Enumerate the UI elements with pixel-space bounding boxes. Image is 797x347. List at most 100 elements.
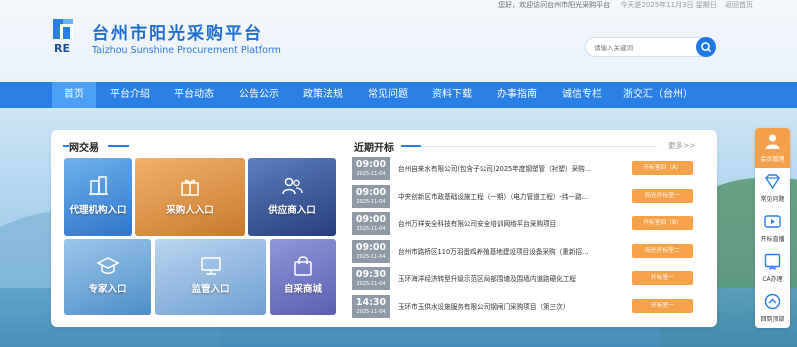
site-title: 台州市阳光采购平台 [92,24,263,44]
bid-time-badge: 14:30 2025-11-04 [352,295,390,318]
date-text: 今天是2025年11月3日 星期日 [620,1,717,9]
bid-room-button[interactable]: 开标室一 [632,299,693,313]
graduation-cap-icon [96,257,119,274]
nav-item-guide[interactable]: 办事指南 [487,82,547,108]
floating-sidebar: 会员管理 常见问题 开标直播 CA办理 回到顶部 [755,128,790,328]
bid-date: 2025-11-04 [356,171,386,177]
bid-time-badge: 09:00 2025-11-04 [352,185,390,208]
bid-room-button[interactable]: 开标室一 [632,271,693,285]
sidebar-label: 会员管理 [760,156,785,163]
bid-room-button[interactable]: 开标室四（B） [632,216,693,230]
bid-row[interactable]: 14:30 2025-11-04 玉环市玉供水设施服务有限公司钢闸门采购项目（第… [352,295,693,318]
bid-time-badge: 09:00 2025-11-04 [352,157,390,180]
bid-date: 2025-11-04 [356,199,386,205]
bid-time-badge: 09:00 2025-11-04 [352,240,390,263]
main-nav: 首页 平台介绍 平台动态 公告公示 政策法规 常见问题 资料下载 办事指南 诚信… [0,82,797,108]
supervision-entry-label: 监管入口 [191,284,230,295]
site-header: 您好，欢迎访问台州市阳光采购平台 今天是2025年11月3日 星期日 返回首页 … [0,0,797,82]
sidebar-item-live[interactable]: 开标直播 [755,208,790,248]
nav-item-downloads[interactable]: 资料下载 [422,82,482,108]
shopping-bag-icon [294,256,312,276]
building-icon [89,176,108,195]
sidebar-label: 回到顶部 [760,316,785,323]
user-icon [765,134,780,149]
sidebar-label: 常见问题 [760,196,785,203]
bid-time: 09:00 [355,187,387,198]
sidebar-label: CA办理 [762,276,783,283]
bid-time-badge: 09:00 2025-11-04 [352,212,390,235]
sidebar-item-ca[interactable]: CA办理 [755,248,790,288]
bid-row[interactable]: 09:00 2025-11-04 中央创新区市政基础设施工程（一期）（电力管道工… [352,185,693,208]
sidebar-item-faq[interactable]: 常见问题 [755,168,790,208]
bid-row[interactable]: 09:00 2025-11-04 台州市路桥区110万羽蛋鸡养殖基地建设项目设备… [352,240,693,263]
expert-entry-tile[interactable]: 专家入口 [64,239,151,315]
bid-title[interactable]: 台州自来水有限公司(包含子公司)2025年度钢塑管（衬塑）采购… [398,163,614,173]
nav-item-platform-intro[interactable]: 平台介绍 [100,82,160,108]
bid-time-badge: 09:30 2025-11-04 [352,267,390,290]
supplier-entry-tile[interactable]: 供应商入口 [248,158,336,236]
bid-title[interactable]: 台州万祥安全科技有限公司安全培训网络平台采购项目 [398,218,614,228]
section-title-line [401,145,421,147]
bid-title[interactable]: 玉环海洋经济转型升级示范区局部围塘及围墙内道路硬化工程 [398,273,614,283]
recent-bid-opening-title: 近期开标 [354,143,394,154]
sidebar-item-member[interactable]: 会员管理 [755,128,790,168]
platform-logo[interactable]: RE [52,18,80,56]
bid-title[interactable]: 玉环市玉供水设施服务有限公司钢闸门采购项目（第三次） [398,301,614,311]
top-info-bar: 您好，欢迎访问台州市阳光采购平台 今天是2025年11月3日 星期日 返回首页 [498,0,753,10]
bid-date: 2025-11-04 [356,254,386,260]
nav-item-faq[interactable]: 常见问题 [358,82,418,108]
bid-time: 09:30 [355,269,387,280]
bid-row[interactable]: 09:30 2025-11-04 玉环海洋经济转型升级示范区局部围塘及围墙内道路… [352,267,693,290]
ca-certificate-icon [764,253,781,270]
supervision-entry-tile[interactable]: 监管入口 [155,239,266,315]
bid-room-button[interactable]: 阳光开标室二 [632,244,693,258]
section-title-line [108,145,129,147]
bid-row[interactable]: 09:00 2025-11-04 台州万祥安全科技有限公司安全培训网络平台采购项… [352,212,693,235]
nav-item-announcements[interactable]: 公告公示 [229,82,289,108]
bid-date: 2025-11-04 [356,309,386,315]
section-divider [401,146,657,147]
bid-time: 09:00 [355,214,387,225]
bid-title[interactable]: 中央创新区市政基础设施工程（一期）（电力管道工程）-纬一路… [398,191,614,201]
sidebar-item-back-to-top[interactable]: 回到顶部 [755,288,790,328]
nav-item-home[interactable]: 首页 [52,82,96,108]
bid-date: 2025-11-04 [356,226,386,232]
logo-text: RE [54,42,70,55]
diamond-icon [765,174,780,190]
bid-title[interactable]: 台州市路桥区110万羽蛋鸡养殖基地建设项目设备采购（重新招… [398,246,614,256]
bid-time: 09:00 [355,159,387,170]
bid-row[interactable]: 09:00 2025-11-04 台州自来水有限公司(包含子公司)2025年度钢… [352,157,693,180]
site-subtitle: Taizhou Sunshine Procurement Platform [92,45,281,56]
agency-entry-tile[interactable]: 代理机构入口 [64,158,132,236]
mall-entry-tile[interactable]: 自采商城 [270,239,336,315]
search-input[interactable] [594,41,694,54]
bid-room-button[interactable]: 开标室四（A） [632,161,693,175]
nav-item-credit[interactable]: 诚信专栏 [552,82,612,108]
online-trading-title: 网交易 [69,143,99,154]
monitor-icon [200,257,221,275]
back-home-link[interactable]: 返回首页 [725,1,753,9]
users-icon [282,177,303,195]
mall-entry-label: 自采商城 [283,284,322,295]
main-content-card: 网交易 代理机构入口 采购人入口 供应商入口 专家入口 监管入口 自采商城 近期… [51,130,717,327]
welcome-text: 您好，欢迎访问台州市阳光采购平台 [498,1,611,9]
arrow-up-icon [764,293,781,310]
search-icon [701,42,712,53]
bid-time: 09:00 [355,242,387,253]
more-link[interactable]: 更多>> [668,140,696,151]
nav-item-policies[interactable]: 政策法规 [293,82,353,108]
purchaser-entry-label: 采购人入口 [166,205,214,216]
expert-entry-label: 专家入口 [88,284,127,295]
supplier-entry-label: 供应商入口 [268,205,316,216]
search-button[interactable] [696,37,716,57]
nav-item-platform-news[interactable]: 平台动态 [164,82,224,108]
video-icon [764,215,781,228]
search-box [585,37,716,57]
bid-date: 2025-11-04 [356,281,386,287]
nav-item-zhejiaohui[interactable]: 浙交汇（台州） [622,82,694,108]
bid-room-button[interactable]: 阳光开标室一 [632,189,693,203]
gift-icon [181,179,199,196]
bid-time: 14:30 [355,297,387,308]
purchaser-entry-tile[interactable]: 采购人入口 [135,158,245,236]
sidebar-label: 开标直播 [760,236,785,243]
